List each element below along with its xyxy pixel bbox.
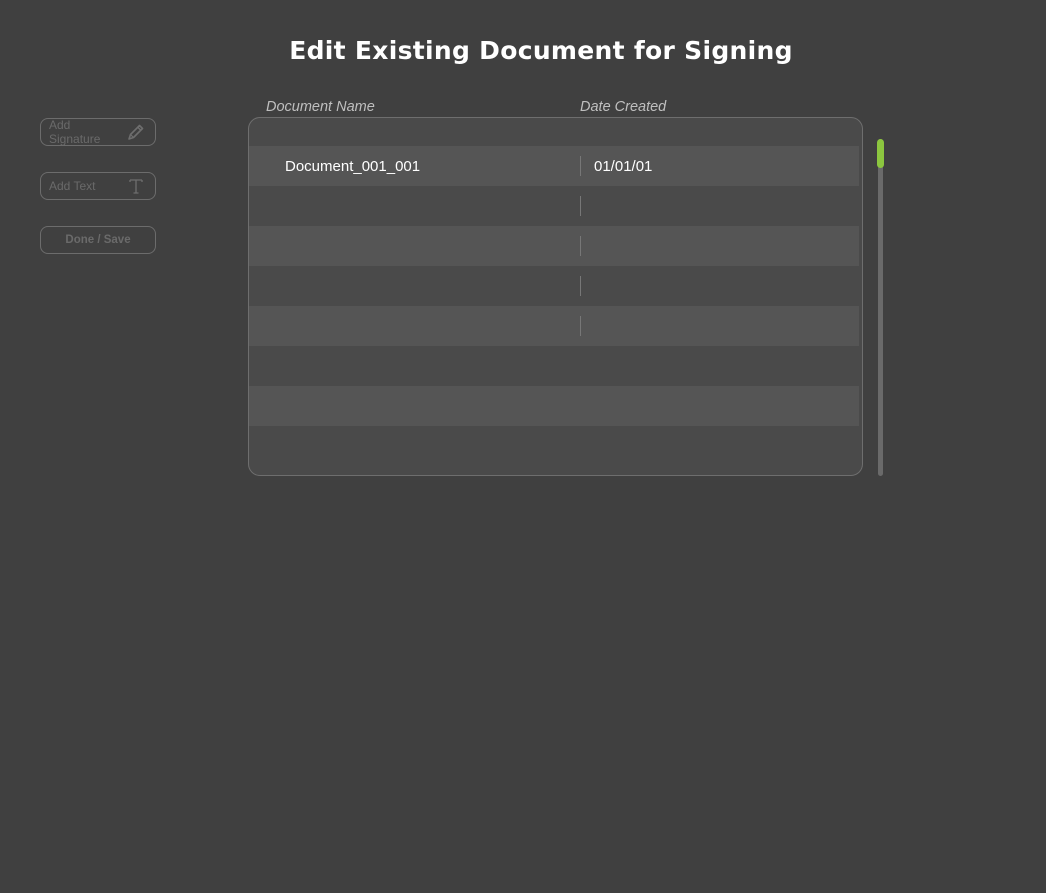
pencil-icon [125, 121, 147, 143]
add-signature-label: Add Signature [49, 118, 101, 146]
page-title: Edit Existing Document for Signing [289, 36, 793, 65]
text-t-icon [125, 175, 147, 197]
table-row[interactable] [249, 306, 859, 346]
column-header-document-name[interactable]: Document Name [266, 99, 375, 115]
table-row[interactable] [249, 346, 859, 386]
done-save-button[interactable]: Done / Save [40, 226, 156, 254]
column-divider [580, 276, 581, 296]
document-name-cell: Document_001_001 [285, 157, 421, 175]
table-row[interactable] [249, 266, 859, 306]
column-divider [580, 236, 581, 256]
column-header-date-created[interactable]: Date Created [580, 99, 666, 115]
add-text-label: Add Text [49, 179, 96, 193]
date-created-cell: 01/01/01 [594, 157, 653, 175]
column-divider [580, 196, 581, 216]
table-row[interactable] [249, 386, 859, 426]
column-divider [580, 316, 581, 336]
table-scrollbar-track[interactable] [878, 139, 883, 476]
table-row[interactable]: Document_001_001 01/01/01 [249, 146, 859, 186]
table-row[interactable] [249, 226, 859, 266]
table-row[interactable] [249, 186, 859, 226]
page: Edit Existing Document for Signing Add S… [0, 0, 1046, 893]
add-signature-button[interactable]: Add Signature [40, 118, 156, 146]
document-table: Document_001_001 01/01/01 [248, 117, 863, 476]
table-scrollbar-thumb[interactable] [877, 139, 884, 168]
add-text-button[interactable]: Add Text [40, 172, 156, 200]
column-divider [580, 156, 581, 176]
